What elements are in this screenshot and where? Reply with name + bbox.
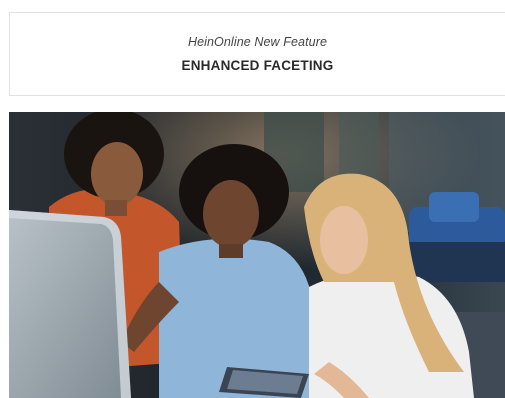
person-left-neck [105, 200, 127, 216]
page: HeinOnline New Feature ENHANCED FACETING [0, 0, 505, 398]
person-right-face [320, 206, 368, 274]
hero-image [9, 112, 505, 398]
feature-title: ENHANCED FACETING [181, 58, 334, 73]
person-center-face [203, 180, 259, 248]
feature-announcement-card[interactable]: HeinOnline New Feature ENHANCED FACETING [9, 12, 505, 96]
feature-kicker: HeinOnline New Feature [187, 35, 328, 49]
hero-photo-illustration [9, 112, 505, 398]
laptop-screen-back [9, 210, 131, 398]
person-left-face [91, 142, 143, 206]
blue-sofa-base [409, 242, 505, 282]
person-center-neck [219, 244, 243, 258]
blue-cushion [429, 192, 479, 222]
